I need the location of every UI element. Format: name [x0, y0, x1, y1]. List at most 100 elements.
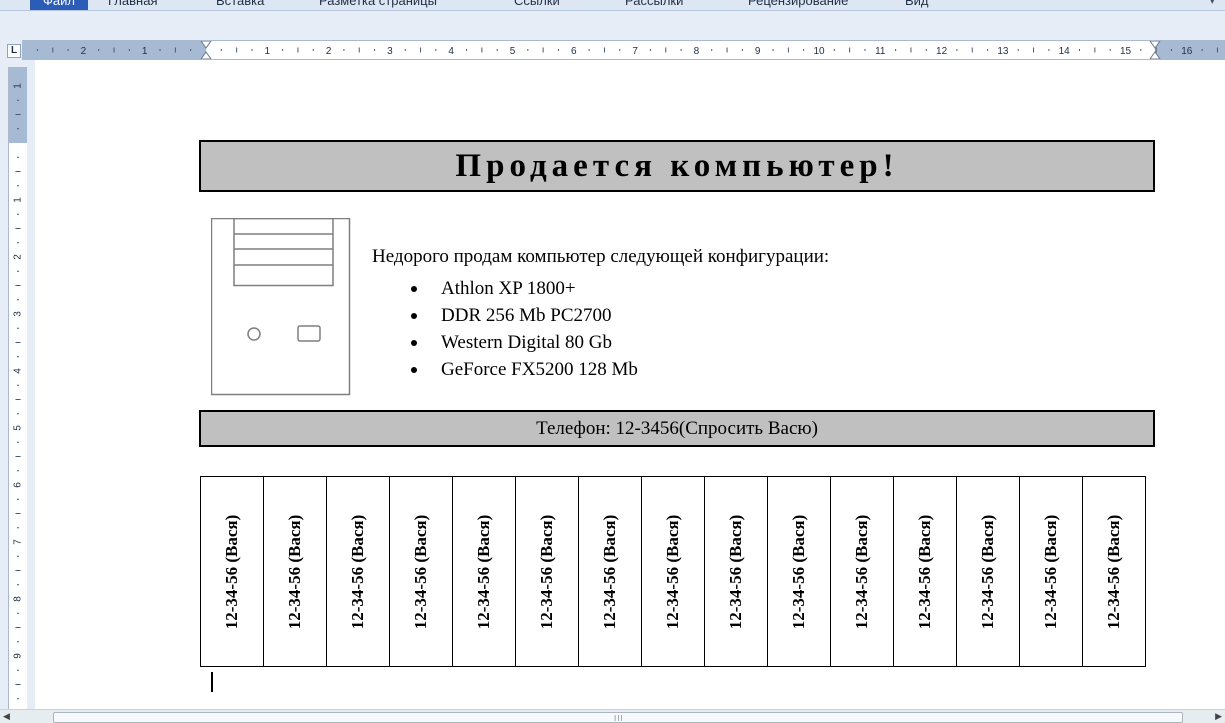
ruler-number: 16 [1181, 46, 1193, 57]
left-gutter [0, 67, 8, 709]
spec-text: GeForce FX5200 128 Mb [441, 359, 638, 380]
ruler-number: 6 [571, 46, 577, 57]
ribbon-expand-icon[interactable]: ▾ [1209, 0, 1215, 7]
ad-description: Недорого продам компьютер следующей конф… [372, 246, 830, 267]
tear-off-cell: 12-34-56 (Вася) [830, 476, 894, 667]
tear-off-text: 12-34-56 (Вася) [285, 514, 304, 629]
spec-text: DDR 256 Mb PC2700 [441, 305, 612, 326]
tear-off-text: 12-34-56 (Вася) [789, 514, 808, 629]
horizontal-scrollbar[interactable]: ◀ III ▶ [0, 709, 1225, 723]
tear-off-cell: 12-34-56 (Вася) [767, 476, 831, 667]
bullet-icon [411, 313, 417, 319]
ruler-number: 3 [13, 311, 24, 317]
ruler-number: 1 [265, 46, 271, 57]
ruler-number: 8 [694, 46, 700, 57]
indent-marker-icon[interactable] [1149, 51, 1161, 59]
ruler-number: 7 [13, 539, 24, 545]
ruler-number: 10 [813, 46, 825, 57]
ruler-number: 1 [13, 197, 24, 203]
vertical-ruler-ticks: 1 1 2 3 4 5 6 7 8 9 [13, 83, 24, 700]
indent-marker-icon[interactable] [200, 51, 212, 59]
tear-off-cell: 12-34-56 (Вася) [326, 476, 390, 667]
ruler-number: 1 [142, 46, 148, 57]
tab-view[interactable]: Вид [905, 0, 929, 8]
ruler-number: 14 [1059, 46, 1071, 57]
tab-page-layout[interactable]: Разметка страницы [319, 0, 437, 8]
tear-off-text: 12-34-56 (Вася) [222, 514, 241, 629]
tear-off-text: 12-34-56 (Вася) [411, 514, 430, 629]
indent-marker-icon[interactable] [200, 41, 212, 49]
ruler-number: 5 [510, 46, 516, 57]
scrollbar-thumb[interactable]: III [53, 712, 1183, 723]
tab-insert[interactable]: Вставка [216, 0, 264, 8]
ruler-gap [27, 67, 35, 709]
spec-text: Athlon XP 1800+ [441, 278, 576, 299]
tear-off-cell: 12-34-56 (Вася) [578, 476, 642, 667]
computer-case-icon [211, 218, 351, 396]
tear-off-cell: 12-34-56 (Вася) [1019, 476, 1083, 667]
tear-off-cell: 12-34-56 (Вася) [200, 476, 264, 667]
tear-off-table: 12-34-56 (Вася) 12-34-56 (Вася) 12-34-56… [200, 476, 1146, 667]
spec-text: Western Digital 80 Gb [441, 332, 613, 353]
list-item: Western Digital 80 Gb [404, 329, 638, 356]
ruler-number: 4 [13, 368, 24, 374]
spec-list: Athlon XP 1800+ DDR 256 Mb PC2700 Wester… [404, 275, 638, 383]
list-item: DDR 256 Mb PC2700 [404, 302, 638, 329]
tear-off-cell: 12-34-56 (Вася) [893, 476, 957, 667]
tear-off-text: 12-34-56 (Вася) [915, 514, 934, 629]
scroll-left-icon[interactable]: ◀ [3, 711, 10, 722]
tear-off-cell: 12-34-56 (Вася) [389, 476, 453, 667]
scroll-right-icon[interactable]: ▶ [1215, 711, 1222, 722]
tab-review[interactable]: Рецензирование [748, 0, 848, 8]
tear-off-text: 12-34-56 (Вася) [348, 514, 367, 629]
tear-off-cell: 12-34-56 (Вася) [263, 476, 327, 667]
bullet-icon [411, 367, 417, 373]
tear-off-cell: 12-34-56 (Вася) [452, 476, 516, 667]
tear-off-text: 12-34-56 (Вася) [537, 514, 556, 629]
ruler-number: 3 [387, 46, 393, 57]
tear-off-text: 12-34-56 (Вася) [663, 514, 682, 629]
bullet-icon [411, 340, 417, 346]
ruler-number: 6 [13, 482, 24, 488]
tab-mailings[interactable]: Рассылки [625, 0, 683, 8]
tab-selector-button[interactable]: L [7, 44, 21, 58]
ruler-number: 7 [632, 46, 638, 57]
tab-home[interactable]: Главная [108, 0, 157, 8]
tear-off-text: 12-34-56 (Вася) [474, 514, 493, 629]
vertical-ruler[interactable]: 1 1 2 3 4 5 6 7 8 9 [8, 67, 28, 709]
tear-off-text: 12-34-56 (Вася) [978, 514, 997, 629]
tab-references[interactable]: Ссылки [514, 0, 560, 8]
horizontal-ruler[interactable]: 2 1 1 2 3 4 5 6 7 8 9 10 11 12 13 14 15 16 [22, 40, 1225, 60]
ruler-number: 4 [448, 46, 454, 57]
tear-off-text: 12-34-56 (Вася) [1041, 514, 1060, 629]
ruler-number: 1 [13, 83, 24, 89]
ruler-number: 5 [13, 425, 24, 431]
tear-off-text: 12-34-56 (Вася) [852, 514, 871, 629]
ruler-number: 13 [997, 46, 1009, 57]
ruler-number: 12 [936, 46, 948, 57]
tear-off-cell: 12-34-56 (Вася) [1082, 476, 1146, 667]
indent-marker-icon[interactable] [1149, 41, 1161, 49]
tear-off-cell: 12-34-56 (Вася) [956, 476, 1020, 667]
list-item: Athlon XP 1800+ [404, 275, 638, 302]
ruler-number: 2 [13, 254, 24, 260]
list-item: GeForce FX5200 128 Mb [404, 356, 638, 383]
ruler-number: 8 [13, 596, 24, 602]
ruler-number: 9 [13, 653, 24, 659]
tear-off-text: 12-34-56 (Вася) [726, 514, 745, 629]
horizontal-ruler-ticks: 2 1 1 2 3 4 5 6 7 8 9 10 11 12 13 14 15 16 [36, 41, 1218, 59]
ruler-number: 2 [326, 46, 332, 57]
ruler-number: 9 [755, 46, 761, 57]
tear-off-text: 12-34-56 (Вася) [1104, 514, 1123, 629]
ruler-number: 2 [81, 46, 87, 57]
ribbon-tab-bar: Файл Главная Вставка Разметка страницы С… [0, 0, 1225, 11]
ad-title: Продается компьютер! [199, 140, 1155, 192]
text-cursor [211, 672, 213, 692]
phone-line: Телефон: 12-3456(Спросить Васю) [199, 410, 1155, 447]
ruler-number: 11 [875, 46, 886, 57]
tear-off-cell: 12-34-56 (Вася) [704, 476, 768, 667]
tear-off-text: 12-34-56 (Вася) [600, 514, 619, 629]
tear-off-cell: 12-34-56 (Вася) [641, 476, 705, 667]
bullet-icon [411, 286, 417, 292]
tab-file[interactable]: Файл [30, 0, 88, 10]
